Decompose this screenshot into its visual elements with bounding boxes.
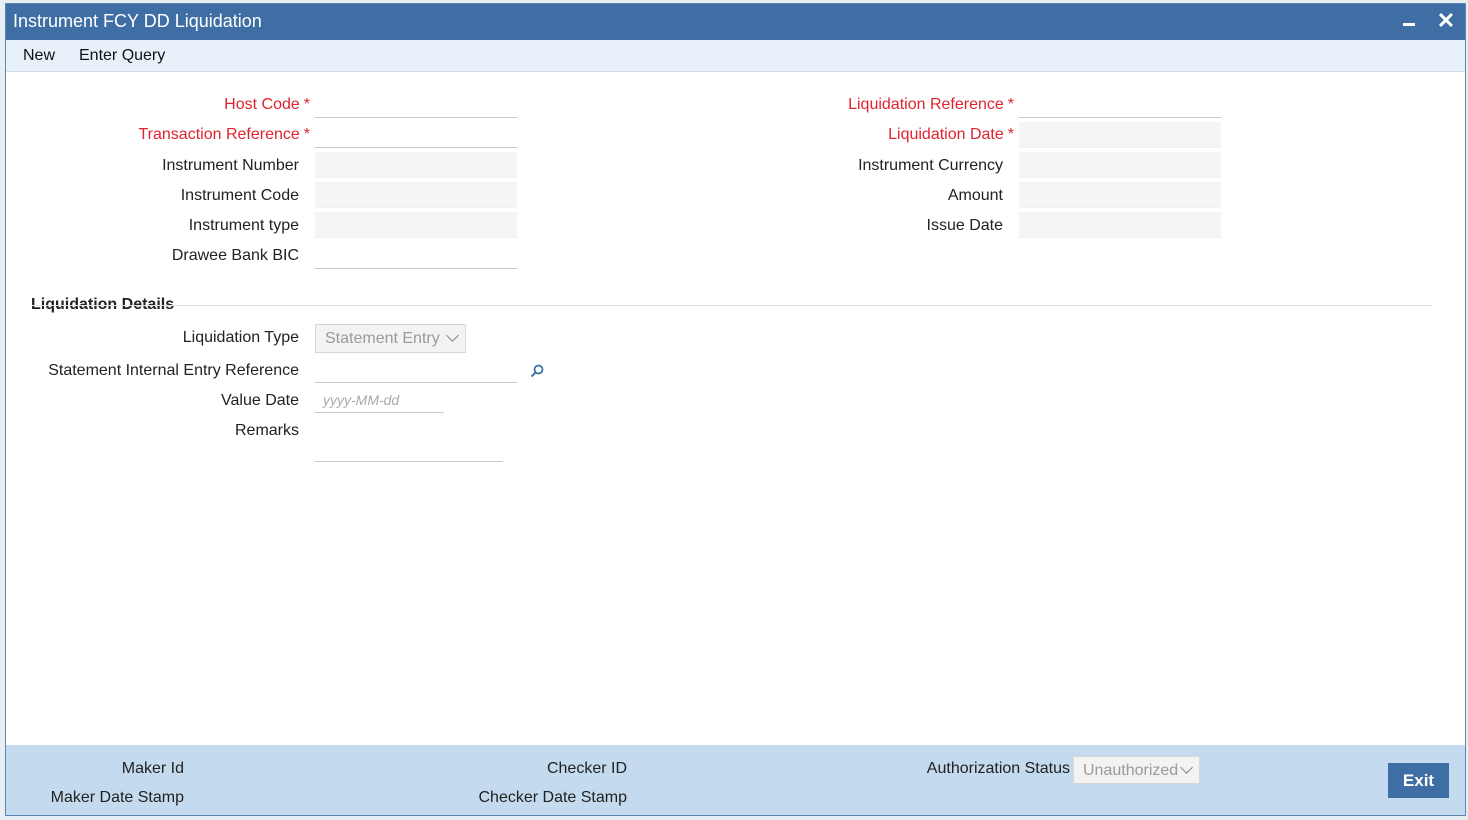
host-code-field[interactable] (315, 92, 517, 118)
search-icon[interactable] (530, 364, 544, 378)
liquidation-type-select[interactable]: Statement Entry (315, 324, 466, 353)
authorization-status-label: Authorization Status (926, 760, 1070, 777)
value-date-label: Value Date (221, 392, 299, 409)
checker-date-stamp-label: Checker Date Stamp (478, 789, 627, 806)
close-icon[interactable]: ✕ (1435, 10, 1457, 32)
authorization-status-select[interactable]: Unauthorized (1073, 756, 1200, 784)
liquidation-date-label: Liquidation Date * (888, 126, 1014, 143)
liquidation-reference-label: Liquidation Reference * (848, 96, 1014, 113)
maker-id-label: Maker Id (121, 760, 184, 777)
instrument-currency-label: Instrument Currency (858, 157, 1003, 174)
liquidation-type-label: Liquidation Type (182, 329, 299, 346)
value-date-placeholder: yyyy-MM-dd (323, 392, 400, 408)
audit-footer: Maker Id Maker Date Stamp Checker ID Che… (6, 745, 1465, 815)
instrument-currency-field (1019, 152, 1221, 178)
menu-new[interactable]: New (23, 47, 55, 65)
transaction-reference-label: Transaction Reference * (138, 126, 311, 143)
amount-label: Amount (947, 187, 1003, 204)
remarks-label: Remarks (234, 422, 299, 439)
instrument-number-field (315, 152, 517, 178)
minimize-icon[interactable] (1399, 10, 1421, 32)
menu-bar: New Enter Query (6, 40, 1465, 72)
statement-entry-reference-label: Statement Internal Entry Reference (48, 362, 299, 379)
liquidation-reference-field[interactable] (1019, 92, 1221, 118)
statement-entry-reference-field[interactable] (315, 357, 517, 383)
amount-field (1019, 182, 1221, 208)
checker-id-label: Checker ID (546, 760, 627, 777)
instrument-code-field (315, 182, 517, 208)
drawee-bank-bic-field[interactable] (315, 243, 517, 269)
section-divider (31, 305, 1433, 306)
title-bar: Instrument FCY DD Liquidation ✕ (6, 4, 1465, 40)
remarks-field[interactable] (315, 418, 503, 462)
chevron-down-icon (446, 329, 459, 342)
instrument-type-field (315, 212, 517, 238)
liquidation-date-field (1019, 122, 1221, 148)
value-date-field[interactable]: yyyy-MM-dd (315, 387, 444, 413)
instrument-type-label: Instrument type (188, 217, 299, 234)
menu-enter-query[interactable]: Enter Query (79, 47, 165, 65)
liquidation-type-value: Statement Entry (325, 330, 440, 347)
host-code-label: Host Code * (224, 96, 310, 113)
transaction-reference-field[interactable] (315, 122, 517, 148)
instrument-liquidation-window: Instrument FCY DD Liquidation ✕ New Ente… (5, 3, 1466, 816)
chevron-down-icon (1180, 761, 1193, 774)
window-title: Instrument FCY DD Liquidation (13, 11, 262, 31)
exit-button[interactable]: Exit (1388, 763, 1449, 798)
authorization-status-value: Unauthorized (1083, 762, 1179, 779)
maker-date-stamp-label: Maker Date Stamp (50, 789, 184, 806)
instrument-code-label: Instrument Code (180, 187, 299, 204)
instrument-number-label: Instrument Number (162, 157, 299, 174)
issue-date-field (1019, 212, 1221, 238)
issue-date-label: Issue Date (926, 217, 1003, 234)
drawee-bank-bic-label: Drawee Bank BIC (171, 247, 299, 264)
